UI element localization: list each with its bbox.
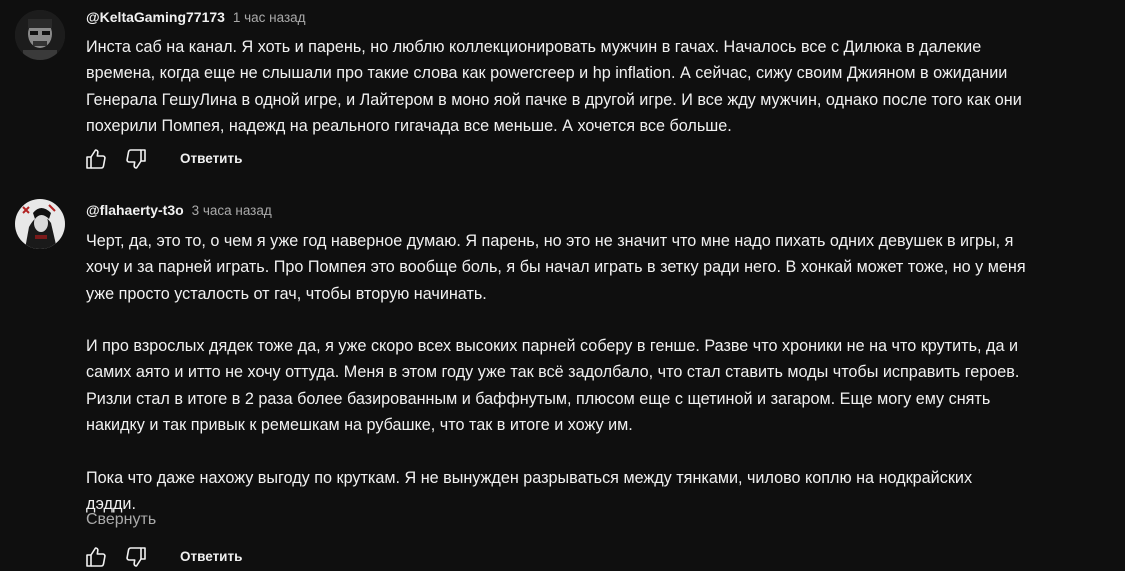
comment-timestamp[interactable]: 3 часа назад [192,203,272,218]
comment-line: Генерала ГешуЛина в одной игре, и Лайтер… [86,90,1022,109]
comment-line: Инста саб на канал. Я хоть и парень, но … [86,38,982,56]
comment-paragraph: Черт, да, это то, о чем я уже год наверн… [86,228,1116,307]
comment-line: времена, когда еще не слышали про такие … [86,64,1008,83]
comment-line: самих аято и итто не хочу оттуда. Меня в… [86,363,1020,382]
comment-line: Черт, да, это то, о чем я уже год наверн… [86,232,1014,250]
thumbs-up-icon [86,547,106,567]
comment-line: хочу и за парней играть. Про Помпея это … [86,258,1026,277]
like-button[interactable] [82,543,110,571]
reply-button[interactable]: Ответить [180,543,242,571]
comment-author[interactable]: @KeltaGaming77173 [86,9,225,25]
comment-text: Черт, да, это то, о чем я уже год наверн… [86,228,1116,517]
comment-header: @KeltaGaming77173 1 час назад [86,7,306,27]
comment-actions: Ответить [82,543,242,571]
avatar[interactable] [15,10,65,60]
comment-line: накидку и так привык к ремешкам на рубаш… [86,416,633,435]
comment-timestamp[interactable]: 1 час назад [233,10,306,25]
reply-button[interactable]: Ответить [180,145,242,173]
thumbs-down-icon [126,547,146,567]
comment-line: похерили Помпея, надежд на реального гиг… [86,116,732,135]
comment-text: Инста саб на канал. Я хоть и парень, но … [86,34,1116,139]
comment-line: Ризли стал в итоге в 2 раза более базиро… [86,389,991,408]
comment-line: И про взрослых дядек тоже да, я уже скор… [86,337,1019,356]
dislike-button[interactable] [122,543,150,571]
thumbs-up-icon [86,149,106,169]
comment-paragraph: И про взрослых дядек тоже да, я уже скор… [86,333,1116,438]
collapse-button[interactable]: Свернуть [86,509,156,531]
thumbs-down-icon [126,149,146,169]
comment-author[interactable]: @flahaerty-t3o [86,202,184,218]
comment-header: @flahaerty-t3o 3 часа назад [86,200,272,220]
comment-actions: Ответить [82,145,242,173]
comment-line: Пока что даже нахожу выгоду по круткам. … [86,468,973,487]
avatar[interactable] [15,199,65,249]
dislike-button[interactable] [122,145,150,173]
comment-line: уже просто усталость от гач, чтобы втору… [86,284,487,303]
comment-paragraph: Пока что даже нахожу выгоду по круткам. … [86,465,1116,518]
like-button[interactable] [82,145,110,173]
